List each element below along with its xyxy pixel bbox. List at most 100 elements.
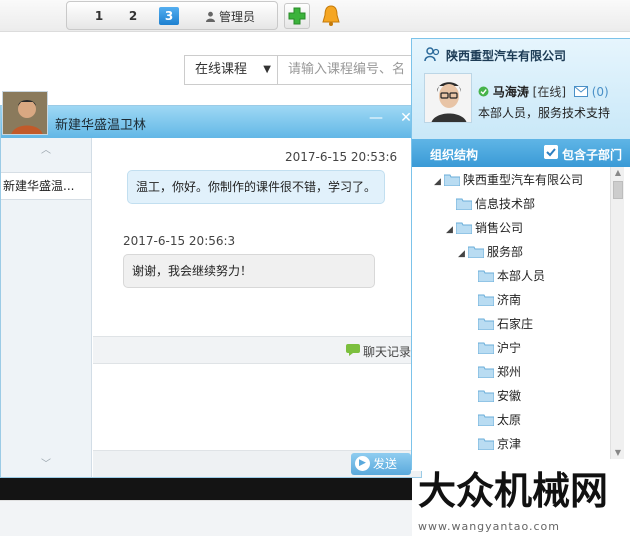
chat-history-icon [346, 344, 360, 356]
chat-contact-list: ︿ 新建华盛温... ﹀ [1, 138, 92, 477]
tree-expanded-icon: ◢ [446, 225, 453, 235]
folder-icon [478, 438, 494, 450]
page-tab-3[interactable]: 3 [159, 7, 179, 25]
watermark-url: www.wangyantao.com [418, 520, 560, 533]
tree-node[interactable]: 信息技术部 [456, 193, 535, 215]
scroll-up-icon[interactable]: ︿ [1, 142, 91, 160]
message-area: 2017-6-15 20:53:6 温工，你好。你制作的课件很不错，学习了。 2… [93, 138, 421, 336]
tree-node[interactable]: ◢ 销售公司 [446, 217, 523, 239]
top-toolbar: 1 2 3 管理员 [0, 0, 630, 32]
chat-history-bar: 聊天记录 [93, 336, 421, 364]
user-status: [在线] [532, 85, 567, 99]
watermark-brand: 大众机械网 [418, 469, 608, 513]
message-timestamp: 2017-6-15 20:53:6 [285, 150, 398, 164]
tree-node[interactable]: 济南 [478, 289, 521, 311]
include-sub-checkbox[interactable] [544, 145, 558, 159]
send-bar: ▶ 发送 [93, 450, 421, 477]
contact-avatar [2, 91, 48, 135]
tree-node[interactable]: 京津 [478, 433, 521, 455]
chevron-down-icon: ▼ [263, 64, 271, 75]
org-structure-header: 组织结构 包含子部门 [412, 139, 630, 167]
course-search-input[interactable]: 请输入课程编号、名 [278, 55, 418, 85]
tree-node[interactable]: 沪宁 [478, 337, 521, 359]
folder-icon [456, 198, 472, 210]
tree-expanded-icon: ◢ [434, 177, 441, 187]
tree-node-label: 陕西重型汽车有限公司 [463, 173, 584, 187]
notification-button[interactable] [318, 3, 344, 29]
org-structure-title: 组织结构 [430, 148, 479, 162]
tree-node-label: 郑州 [497, 365, 522, 379]
scroll-down-icon[interactable]: ▼ [611, 447, 625, 459]
tree-node[interactable]: 太原 [478, 409, 521, 431]
mail-icon[interactable] [573, 86, 588, 97]
admin-button[interactable]: 管理员 [205, 8, 255, 26]
chat-history-link[interactable]: 聊天记录 [363, 343, 411, 360]
send-button[interactable]: ▶ 发送 [351, 453, 411, 475]
chat-window: 新建华盛温卫林 — ✕ ︿ 新建华盛温... ﹀ 2017-6-15 20:53… [0, 105, 422, 478]
tree-node-label: 本部人员 [497, 269, 546, 283]
tree-node-label: 京津 [497, 437, 522, 451]
tree-node-label: 沪宁 [497, 341, 522, 355]
tree-scrollbar[interactable]: ▲ ▼ [610, 167, 624, 459]
tree-node[interactable]: ◢ 陕西重型汽车有限公司 [434, 169, 583, 191]
message-bubble-incoming: 谢谢，我会继续努力！ [123, 254, 375, 288]
folder-icon [478, 318, 494, 330]
folder-icon [444, 174, 460, 186]
contact-photo [3, 92, 47, 134]
message-timestamp: 2017-6-15 20:56:3 [123, 234, 236, 248]
message-input[interactable] [93, 364, 421, 450]
tree-expanded-icon: ◢ [458, 249, 465, 259]
category-select[interactable]: 在线课程 ▼ [184, 55, 278, 85]
scrollbar-thumb[interactable] [613, 181, 623, 199]
page-tab-1[interactable]: 1 [89, 7, 109, 25]
tree-node[interactable]: 安徽 [478, 385, 521, 407]
folder-icon [478, 366, 494, 378]
category-select-value: 在线课程 [195, 62, 248, 77]
tree-node-label: 济南 [497, 293, 522, 307]
user-role: 本部人员，服务技术支持 [478, 106, 611, 120]
scroll-up-icon[interactable]: ▲ [611, 167, 625, 179]
tree-node-label: 石家庄 [497, 317, 534, 331]
minimize-icon: — [369, 110, 383, 126]
person-icon [206, 11, 215, 22]
tree-node-label: 销售公司 [475, 221, 524, 235]
company-name: 陕西重型汽车有限公司 [446, 49, 567, 63]
plus-icon [288, 7, 306, 25]
online-check-icon [478, 86, 489, 97]
watermark-logo: 大众机械网 大众机械网 [415, 466, 611, 516]
include-sub-label[interactable]: 包含子部门 [562, 146, 622, 163]
bell-icon [322, 5, 340, 26]
folder-icon [478, 294, 494, 306]
tree-node[interactable]: 郑州 [478, 361, 521, 383]
page-tab-group: 1 2 3 管理员 [66, 1, 278, 30]
tree-node[interactable]: ◢ 服务部 [458, 241, 523, 263]
folder-icon [478, 414, 494, 426]
tree-node-label: 太原 [497, 413, 522, 427]
admin-label: 管理员 [219, 10, 256, 24]
page-tab-2[interactable]: 2 [123, 7, 143, 25]
tree-node-label: 服务部 [487, 245, 524, 259]
background-footer [0, 500, 412, 536]
chat-title-bar[interactable]: 新建华盛温卫林 — ✕ [1, 106, 421, 138]
tree-node-label: 信息技术部 [475, 197, 536, 211]
user-info-line: 马海涛 [在线] (0) [478, 83, 609, 100]
message-bubble-outgoing: 温工，你好。你制作的课件很不错，学习了。 [127, 170, 386, 204]
users-icon [424, 47, 440, 62]
mail-count[interactable]: (0) [592, 85, 609, 99]
org-tree: ◢ 陕西重型汽车有限公司 信息技术部 ◢ 销售公司 ◢ 服务部 本部人员 济南 石家庄… [412, 167, 630, 471]
user-avatar [424, 73, 472, 123]
scroll-down-icon[interactable]: ﹀ [1, 456, 91, 474]
org-header: 陕西重型汽车有限公司 马海涛 [在线] (0) 本部人员，服务技术支持 [412, 39, 630, 139]
tree-node[interactable]: 本部人员 [478, 265, 545, 287]
minimize-button[interactable]: — [365, 109, 387, 129]
folder-icon [478, 390, 494, 402]
folder-icon [456, 222, 472, 234]
folder-icon [478, 342, 494, 354]
tree-node-label: 安徽 [497, 389, 522, 403]
send-arrow-icon: ▶ [355, 456, 370, 471]
chat-contact-item[interactable]: 新建华盛温... [1, 172, 91, 200]
background-strip [0, 478, 412, 500]
add-button[interactable] [284, 3, 310, 29]
tree-node[interactable]: 石家庄 [478, 313, 533, 335]
org-panel: 陕西重型汽车有限公司 马海涛 [在线] (0) 本部人员，服务技术支持 组织结构… [411, 38, 630, 471]
